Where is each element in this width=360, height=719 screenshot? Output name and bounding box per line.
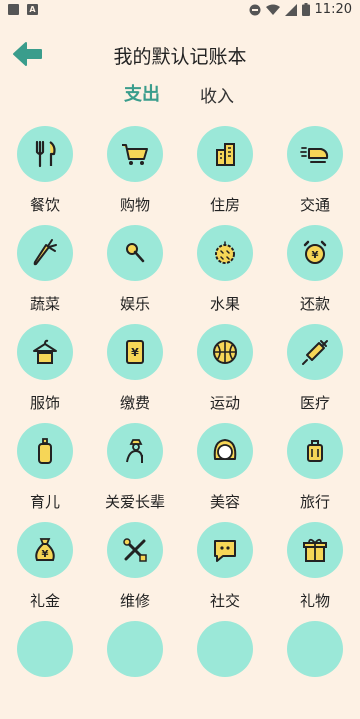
alarm-clock-yen-icon: ¥ [303,240,327,264]
wifi-icon [265,4,280,15]
hanger-shirt-icon [33,339,57,364]
bill-yen-icon: ¥ [126,340,144,364]
category-label: 旅行 [299,493,330,511]
category-item[interactable]: ¥ 缴费 [90,322,180,422]
category-item[interactable]: 美容 [180,421,270,521]
category-label: 娱乐 [119,295,150,313]
category-item-partial[interactable] [270,619,360,719]
category-label: 医疗 [299,394,330,412]
baby-bottle-icon [38,438,52,464]
category-item[interactable]: 旅行 [270,421,360,521]
train-icon [300,147,329,163]
durian-icon [215,241,235,264]
syringe-icon [302,340,328,365]
category-item-partial[interactable] [90,619,180,719]
chat-bubble-icon [214,540,236,562]
category-item-partial[interactable] [0,619,90,719]
category-label: 餐饮 [29,196,60,214]
category-item[interactable]: 医疗 [270,322,360,422]
gift-box-icon [303,538,327,562]
suitcase-icon [307,440,323,462]
category-label: 水果 [209,295,240,313]
elder-person-icon [126,439,143,463]
basketball-icon [213,340,237,364]
category-item[interactable]: 社交 [180,520,270,620]
category-item-partial[interactable] [180,619,270,719]
microphone-icon [126,243,145,263]
category-item[interactable]: 娱乐 [90,223,180,323]
category-item[interactable]: 餐饮 [0,124,90,224]
category-label: 缴费 [119,394,150,412]
category-label: 礼金 [29,592,60,610]
category-label: 住房 [209,196,240,214]
category-item[interactable]: 育儿 [0,421,90,521]
category-item[interactable]: 运动 [180,322,270,422]
category-item[interactable]: 水果 [180,223,270,323]
category-label: 运动 [209,394,240,412]
utensils-icon [35,140,56,168]
tools-icon [123,538,147,562]
status-bar: A 11:20 [0,0,360,20]
money-bag-yen-icon: ¥ [35,538,55,561]
carrot-icon [33,239,57,266]
app-notification-icon: A [27,4,38,15]
category-label: 购物 [119,196,150,214]
svg-text:¥: ¥ [131,346,139,359]
category-label: 维修 [119,592,150,610]
battery-icon [301,3,310,16]
category-item[interactable]: 礼物 [270,520,360,620]
category-item[interactable]: 关爱长辈 [90,421,180,521]
category-label: 育儿 [29,493,60,511]
tab-income[interactable]: 收入 [200,82,234,107]
header: 我的默认记账本 [0,36,360,72]
cellular-signal-icon [284,3,297,16]
type-tabs: 支出 收入 [0,80,360,110]
image-notification-icon [8,4,19,15]
svg-text:¥: ¥ [42,549,49,560]
category-item[interactable]: 交通 [270,124,360,224]
category-item[interactable]: 服饰 [0,322,90,422]
category-item[interactable]: 购物 [90,124,180,224]
tab-expense[interactable]: 支出 [124,80,160,106]
category-item[interactable]: 蔬菜 [0,223,90,323]
status-time: 11:20 [314,2,352,17]
category-label: 美容 [209,493,240,511]
category-label: 交通 [299,196,330,214]
category-label: 服饰 [29,394,60,412]
category-label: 社交 [209,592,240,610]
buildings-icon [216,143,235,166]
category-item[interactable]: 住房 [180,124,270,224]
shopping-cart-icon [122,144,148,165]
category-label: 还款 [299,295,330,313]
category-item[interactable]: 维修 [90,520,180,620]
category-label: 蔬菜 [29,295,60,313]
category-item[interactable]: ¥ 礼金 [0,520,90,620]
category-item[interactable]: ¥ 还款 [270,223,360,323]
page-title: 我的默认记账本 [113,46,247,68]
do-not-disturb-icon [249,4,261,15]
woman-face-icon [213,439,237,460]
svg-text:¥: ¥ [312,250,319,261]
category-label: 关爱长辈 [104,493,165,511]
category-label: 礼物 [299,592,330,610]
